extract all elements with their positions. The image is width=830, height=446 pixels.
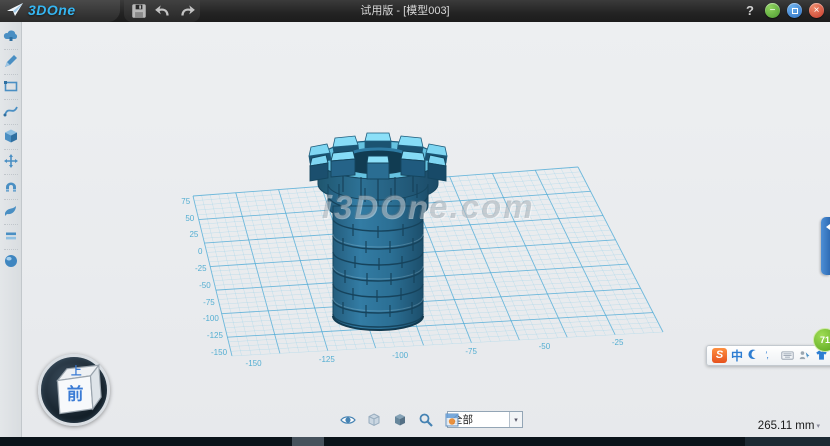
taskbar-segment [745,437,830,446]
left-toolbar [0,22,22,437]
sidebar-separator [4,174,18,175]
close-button[interactable]: × [809,3,824,18]
sketch-edit-icon[interactable] [3,103,19,119]
fullwidth-moon-icon[interactable] [747,349,760,362]
undo-button[interactable] [154,2,172,20]
display-toolbar [340,410,460,430]
transparent-cube-icon[interactable] [366,412,382,428]
solid-cube-icon[interactable] [392,412,408,428]
view-cube-graphic: 上 前 [41,357,107,423]
measurement-caret-icon: ▾ [816,422,820,430]
grid-tick-label: 75 [170,197,190,206]
taskbar-edge [0,437,830,446]
measurement-status[interactable]: 265.11 mm ▾ [758,420,820,432]
sidebar-separator [4,74,18,75]
quick-toolbar [130,2,196,20]
sidebar-separator [4,99,18,100]
help-button[interactable]: ? [742,3,758,18]
sidebar-separator [4,124,18,125]
viewport-canvas[interactable]: i3DOne.com 上 前 全部 ▾ 265.11 mm ▾ S 中 ’, 7… [22,22,830,437]
grid-tick-label: -150 [246,359,262,368]
app-logo-text: 3DOne [28,2,76,18]
measurement-value: 265.11 mm [758,420,815,432]
grid-tick-label: -150 [207,348,227,357]
window-title: 试用版 - [模型003] [0,0,810,22]
dropdown-arrow-icon[interactable]: ▾ [509,412,522,427]
svg-text:’,: ’, [765,350,769,360]
redo-icon[interactable] [178,2,196,20]
grid-tick-label: -50 [539,342,551,351]
community-bird-icon[interactable] [3,203,19,219]
sidebar-separator [4,49,18,50]
material-sphere-icon[interactable] [3,253,19,269]
soft-keyboard-icon[interactable] [781,349,794,362]
grid-tick-label: 25 [178,230,198,239]
view-cube[interactable]: 上 前 [38,354,110,426]
grid-tick-label: 50 [174,214,194,223]
restore-button[interactable] [787,3,802,18]
sidebar-separator [4,249,18,250]
undo-icon[interactable] [154,2,172,20]
ime-toolbar: S 中 ’, [706,345,830,366]
title-bar: 3DOne 试用版 - [模型003] ? − × [0,0,830,22]
grid-tick-label: -75 [195,298,215,307]
grid-tick-label: -100 [392,351,408,360]
notification-badge[interactable]: 71 [813,328,830,352]
render-material-icon[interactable] [444,412,460,428]
sketch-shape-icon[interactable] [3,78,19,94]
app-logo: 3DOne [6,2,76,18]
model-tower[interactable] [303,120,453,350]
paper-plane-icon [6,2,24,18]
ime-mode-button[interactable]: 中 [731,347,743,364]
sidebar-separator [4,149,18,150]
view-cube-top-label: 上 [71,365,82,378]
move-transform-icon[interactable] [3,153,19,169]
zoom-magnifier-icon[interactable] [418,412,434,428]
panel-flyout-tab[interactable] [821,217,830,275]
punctuation-icon[interactable]: ’, [764,349,777,362]
model-library-icon[interactable] [3,28,19,44]
taskbar-segment [292,437,324,446]
assembly-magnet-icon[interactable] [3,178,19,194]
grid-tick-label: -125 [319,355,335,364]
grid-tick-label: -25 [187,264,207,273]
grid-tick-label: -50 [191,281,211,290]
sketch-brush-icon[interactable] [3,53,19,69]
save-icon[interactable] [130,2,148,20]
flyout-arrow-icon [823,224,830,230]
save-button[interactable] [130,2,148,20]
grid-tick-label: -100 [199,314,219,323]
grid-tick-label: -125 [203,331,223,340]
grid-tick-label: -25 [612,338,624,347]
solid-feature-icon[interactable] [3,128,19,144]
ime-logo-button[interactable]: S [712,348,727,363]
view-cube-front-label: 前 [67,383,84,403]
minimize-button[interactable]: − [765,3,780,18]
restore-icon [792,8,798,14]
list-bars-icon[interactable] [3,228,19,244]
sidebar-separator [4,199,18,200]
sidebar-separator [4,224,18,225]
visibility-eye-icon[interactable] [340,412,356,428]
grid-tick-label: -75 [465,347,477,356]
redo-button[interactable] [178,2,196,20]
grid-tick-label: 0 [182,247,202,256]
handwriting-icon[interactable] [798,349,811,362]
